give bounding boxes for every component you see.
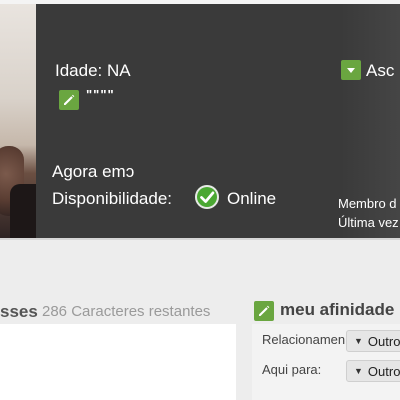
here-for-select[interactable]: ▼ Outro [346,360,400,382]
last-seen-label: Última vez [338,215,399,230]
pencil-icon[interactable] [254,301,274,321]
relationship-value: Outro [367,333,400,349]
here-for-value: Outro [367,363,400,379]
chevron-down-icon: ▼ [354,366,363,376]
age-label: Idade: NA [55,61,131,80]
check-icon-svg [200,191,215,203]
relationship-label: Relacionamen [262,332,346,347]
affinity-title: meu afinidade [280,300,395,319]
availability-label: Disponibilidade: [52,189,173,208]
chevron-down-icon[interactable] [341,60,361,80]
asc-label: Asc [366,61,395,80]
location-label: Agora emɔ [52,162,135,181]
profile-photo[interactable] [0,4,36,239]
member-since-label: Membro d [338,196,397,211]
header-divider [0,238,400,240]
online-status: Online [227,189,277,208]
pencil-icon-svg [259,305,270,316]
interests-textarea[interactable] [0,324,236,400]
chevron-down-icon-svg [347,68,355,73]
remaining-characters: 286 Caracteres restantes [42,303,211,320]
here-for-label: Aqui para: [262,362,322,377]
photo-hair [10,184,36,239]
check-icon [195,185,219,209]
relationship-select[interactable]: ▼ Outro [346,330,400,352]
pencil-icon[interactable] [59,90,79,110]
pencil-icon-svg [64,94,75,105]
interests-title: sses [0,302,38,321]
about-quote: """" [86,87,115,102]
chevron-down-icon: ▼ [354,336,363,346]
